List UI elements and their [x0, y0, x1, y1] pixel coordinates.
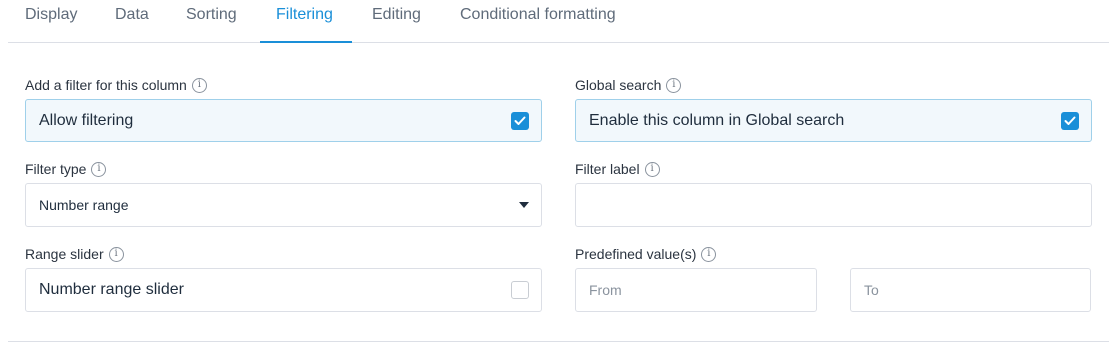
filter-type-label-text: Filter type	[25, 161, 87, 177]
info-icon[interactable]: i	[91, 161, 107, 177]
global-search-label: Global search i	[575, 77, 682, 93]
tab-filtering[interactable]: Filtering	[276, 0, 333, 43]
number-range-slider-text: Number range slider	[39, 281, 184, 298]
predefined-from-placeholder: From	[589, 282, 622, 298]
info-icon[interactable]: i	[108, 246, 124, 262]
allow-filtering-text: Allow filtering	[39, 111, 134, 129]
filter-label-label: Filter label i	[575, 161, 660, 177]
add-filter-label: Add a filter for this column i	[25, 77, 207, 93]
filter-type-select[interactable]: Number range	[25, 183, 542, 227]
active-tab-indicator	[260, 41, 352, 43]
section-divider	[8, 341, 1109, 342]
info-icon[interactable]: i	[701, 246, 717, 262]
predefined-to-input[interactable]: To	[850, 268, 1091, 312]
predefined-to-placeholder: To	[864, 282, 879, 298]
check-icon	[514, 116, 526, 125]
check-icon	[1064, 116, 1076, 125]
tab-data[interactable]: Data	[115, 0, 149, 43]
allow-filtering-checkbox[interactable]	[511, 111, 529, 130]
caret-down-icon	[519, 202, 529, 208]
global-search-option[interactable]: Enable this column in Global search	[575, 99, 1092, 142]
predefined-from-input[interactable]: From	[575, 268, 817, 312]
tab-sorting[interactable]: Sorting	[186, 0, 237, 43]
predefined-values-label-text: Predefined value(s)	[575, 246, 697, 262]
info-icon[interactable]: i	[666, 77, 682, 93]
tab-editing[interactable]: Editing	[372, 0, 421, 43]
filter-label-label-text: Filter label	[575, 161, 640, 177]
filter-type-label: Filter type i	[25, 161, 107, 177]
info-icon[interactable]: i	[644, 161, 660, 177]
global-search-checkbox[interactable]	[1061, 111, 1079, 130]
tab-conditional-formatting[interactable]: Conditional formatting	[460, 0, 616, 43]
number-range-slider-checkbox[interactable]	[511, 281, 529, 299]
predefined-values-label: Predefined value(s) i	[575, 246, 717, 262]
range-slider-label-text: Range slider	[25, 246, 104, 262]
filter-label-input[interactable]	[575, 183, 1092, 227]
global-search-label-text: Global search	[575, 77, 662, 93]
tab-bar: Display Data Sorting Filtering Editing C…	[8, 0, 1109, 43]
tab-display[interactable]: Display	[25, 0, 77, 43]
allow-filtering-option[interactable]: Allow filtering	[25, 99, 542, 142]
filter-type-value: Number range	[39, 197, 129, 213]
info-icon[interactable]: i	[191, 77, 207, 93]
number-range-slider-option[interactable]: Number range slider	[25, 268, 542, 312]
range-slider-label: Range slider i	[25, 246, 124, 262]
add-filter-label-text: Add a filter for this column	[25, 77, 187, 93]
global-search-text: Enable this column in Global search	[589, 111, 845, 129]
